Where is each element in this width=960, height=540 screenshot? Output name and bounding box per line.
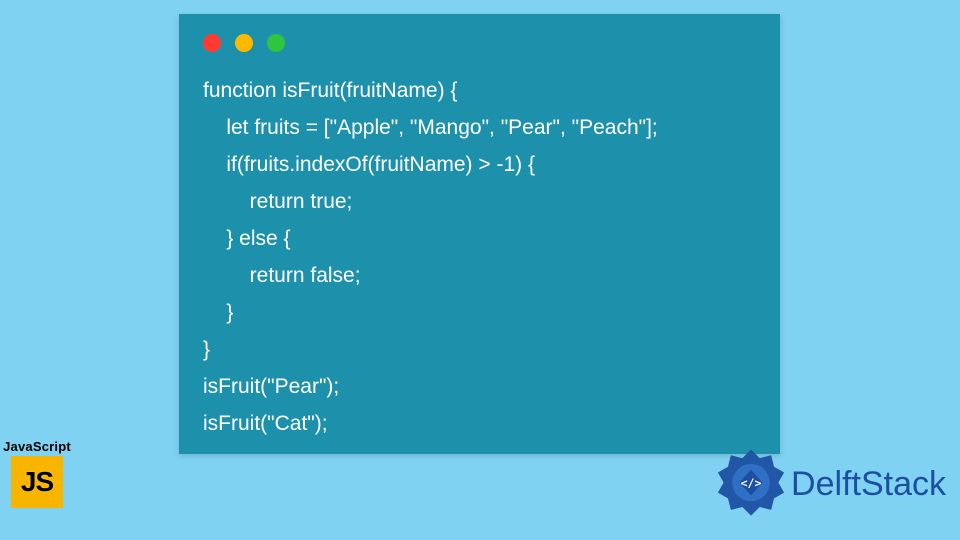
window-traffic-lights [203, 34, 285, 52]
svg-text:</>: </> [741, 476, 762, 490]
code-window: function isFruit(fruitName) { let fruits… [179, 14, 780, 454]
javascript-glyph: JS [21, 466, 53, 498]
delftstack-brand: </> DelftStack [715, 448, 946, 520]
close-icon [203, 34, 221, 52]
delftstack-name: DelftStack [791, 465, 946, 504]
javascript-badge: JavaScript JS [3, 439, 71, 508]
javascript-icon: JS [11, 456, 63, 508]
maximize-icon [267, 34, 285, 52]
delftstack-logo-icon: </> [715, 448, 787, 520]
minimize-icon [235, 34, 253, 52]
javascript-label: JavaScript [3, 439, 71, 454]
code-block: function isFruit(fruitName) { let fruits… [203, 72, 756, 442]
